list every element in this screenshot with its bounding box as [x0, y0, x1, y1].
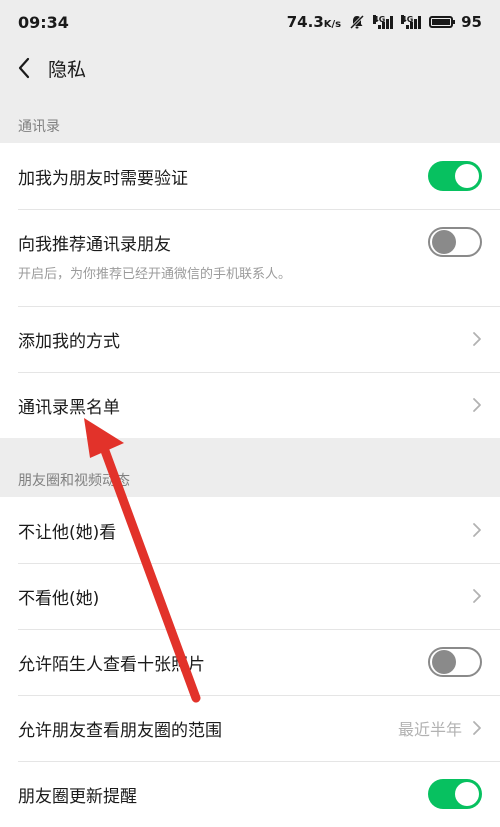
section-header-moments: 朋友圈和视频动态: [18, 473, 130, 489]
chevron-left-icon: [18, 57, 30, 79]
signal-icon-2: 4G: [401, 15, 422, 29]
add-method-label: 添加我的方式: [18, 331, 120, 352]
row-add-method[interactable]: 添加我的方式: [0, 306, 500, 372]
chevron-right-icon: [473, 589, 481, 603]
status-time: 09:34: [18, 12, 69, 32]
row-stranger: 允许陌生人查看十张照片: [0, 629, 500, 695]
contacts-group: 加我为朋友时需要验证 向我推荐通讯录朋友 开启后，为你推荐已经开通微信的手机联系…: [0, 143, 500, 438]
section-header-contacts: 通讯录: [18, 119, 60, 135]
stranger-label: 允许陌生人查看十张照片: [18, 654, 205, 675]
row-verify: 加我为朋友时需要验证: [0, 143, 500, 209]
chevron-right-icon: [473, 332, 481, 346]
dont-see-label: 不看他(她): [18, 588, 100, 609]
status-bar: 09:34 74.3K/s 4G 4G 95: [0, 0, 500, 44]
chevron-right-icon: [473, 398, 481, 412]
battery-level: 95: [461, 13, 482, 31]
verify-toggle[interactable]: [428, 161, 482, 191]
range-label: 允许朋友查看朋友圈的范围: [18, 720, 222, 741]
row-blacklist[interactable]: 通讯录黑名单: [0, 372, 500, 438]
hide-from-label: 不让他(她)看: [18, 522, 117, 543]
recommend-description: 开启后，为你推荐已经开通微信的手机联系人。: [18, 267, 292, 282]
row-hide-from[interactable]: 不让他(她)看: [0, 497, 500, 563]
row-range[interactable]: 允许朋友查看朋友圈的范围 最近半年: [0, 695, 500, 761]
nav-bar: 隐私: [0, 44, 500, 92]
page-title: 隐私: [48, 58, 87, 81]
verify-label: 加我为朋友时需要验证: [18, 168, 188, 189]
range-value: 最近半年: [397, 720, 462, 739]
moments-group: 不让他(她)看 不看他(她) 允许陌生人查看十张照片 允许朋友查看朋友圈的范围 …: [0, 497, 500, 827]
update-toggle[interactable]: [428, 779, 482, 809]
back-button[interactable]: [2, 44, 46, 92]
row-update: 朋友圈更新提醒: [0, 761, 500, 827]
row-recommend: 向我推荐通讯录朋友 开启后，为你推荐已经开通微信的手机联系人。: [0, 209, 500, 306]
status-indicators: 74.3K/s 4G 4G 95: [287, 13, 482, 31]
row-dont-see[interactable]: 不看他(她): [0, 563, 500, 629]
bell-off-icon: [350, 14, 365, 30]
update-label: 朋友圈更新提醒: [18, 786, 137, 807]
recommend-label: 向我推荐通讯录朋友: [18, 234, 171, 255]
blacklist-label: 通讯录黑名单: [18, 397, 120, 418]
battery-icon: [429, 16, 456, 28]
chevron-right-icon: [473, 523, 481, 537]
chevron-right-icon: [473, 721, 481, 735]
stranger-toggle[interactable]: [428, 647, 482, 677]
network-speed: 74.3K/s: [286, 13, 342, 31]
recommend-toggle[interactable]: [428, 227, 482, 257]
signal-icon: 4G: [373, 15, 394, 29]
